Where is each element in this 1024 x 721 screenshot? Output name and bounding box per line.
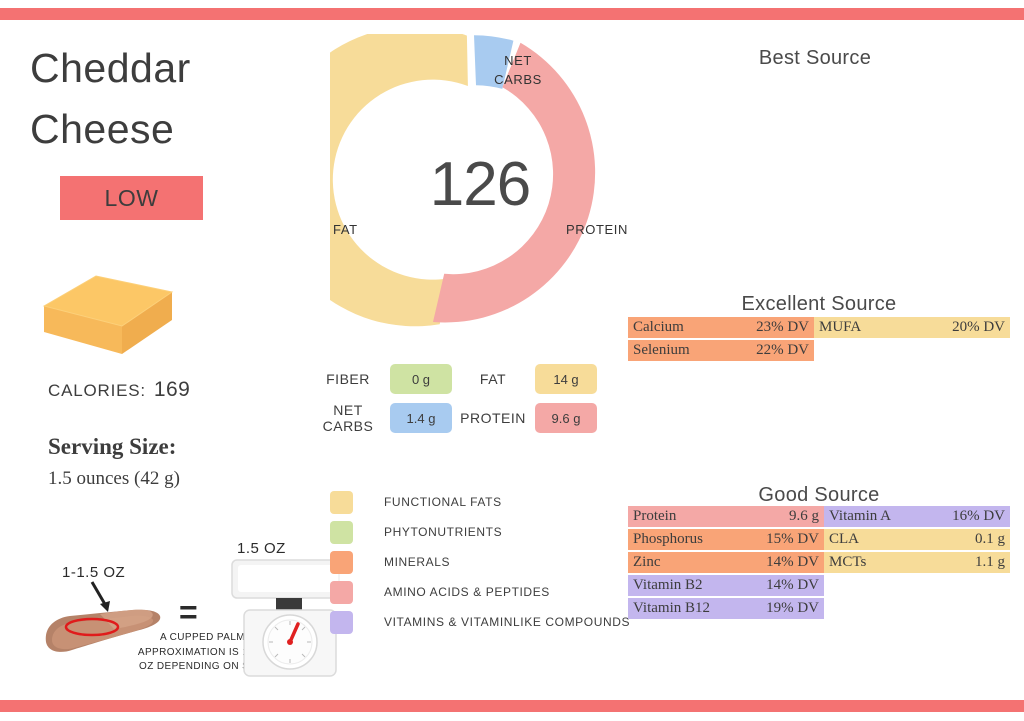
nutrient-value: 23% DV xyxy=(756,319,809,335)
legend-swatch-icon xyxy=(330,520,353,544)
legend-swatch-icon xyxy=(330,580,353,604)
macro-label: PROTEIN xyxy=(460,410,526,427)
nutrient-value: 20% DV xyxy=(952,319,1005,335)
nutrient-name: Vitamin B2 xyxy=(633,577,703,593)
macronutrient-donut-chart: 126 FAT NET CARBS PROTEIN xyxy=(264,26,630,334)
macro-summary: FIBER 0 g FAT 14 g NET CARBS 1.4 g PROTE… xyxy=(312,364,602,442)
good-source-left-column: Protein 9.6 g Phosphorus 15% DV Zinc 14%… xyxy=(628,506,824,621)
nutrient-value: 9.6 g xyxy=(789,508,819,524)
serving-size-value: 1.5 ounces (42 g) xyxy=(48,468,180,489)
nutrient-value: 19% DV xyxy=(766,600,819,616)
calories-line: CALORIES: 169 xyxy=(48,378,190,402)
excellent-source-right-column: MUFA 20% DV xyxy=(814,317,1010,340)
serving-size-label: Serving Size: xyxy=(48,434,177,459)
legend-label: PHYTONUTRIENTS xyxy=(384,525,503,539)
macro-value-pill: 1.4 g xyxy=(390,403,452,434)
nutrient-name: Vitamin B12 xyxy=(633,600,711,616)
nutrient-name: Phosphorus xyxy=(633,531,704,547)
excellent-source-left-column: Calcium 23% DV Selenium 22% DV xyxy=(628,317,814,363)
donut-label-protein: PROTEIN xyxy=(566,222,628,237)
macro-fiber: FIBER 0 g xyxy=(312,364,457,394)
nutrition-infographic: Cheddar Cheese LOW CALORIES: 169 Serving … xyxy=(0,0,1024,721)
calories-label: CALORIES: xyxy=(48,381,146,400)
best-source-heading: Best Source xyxy=(758,47,872,69)
nutrient-value: 14% DV xyxy=(766,577,819,593)
nutrient-value: 0.1 g xyxy=(975,531,1005,547)
macro-value-pill: 0 g xyxy=(390,364,452,394)
nutrient-row: Zinc 14% DV xyxy=(628,552,824,573)
donut-center-value: 126 xyxy=(429,149,531,219)
legend-item-functional-fats: FUNCTIONAL FATS xyxy=(330,487,630,517)
good-source-heading: Good Source xyxy=(758,484,880,506)
legend-label: VITAMINS & VITAMINLIKE COMPOUNDS xyxy=(384,615,631,629)
nutrient-value: 1.1 g xyxy=(975,554,1005,570)
macro-row: FIBER 0 g FAT 14 g xyxy=(312,364,602,394)
nutrient-value: 15% DV xyxy=(766,531,819,547)
nutrient-name: CLA xyxy=(829,531,859,547)
macro-fat: FAT 14 g xyxy=(457,364,602,394)
donut-label-fat: FAT xyxy=(333,222,358,237)
legend-label: MINERALS xyxy=(384,555,451,569)
nutrient-name: Selenium xyxy=(633,342,690,358)
nutrient-value: 14% DV xyxy=(766,554,819,570)
legend-label: FUNCTIONAL FATS xyxy=(384,495,502,509)
nutrient-name: Vitamin A xyxy=(829,508,892,524)
nutrient-row: Phosphorus 15% DV xyxy=(628,529,824,550)
nutrient-row: Vitamin B2 14% DV xyxy=(628,575,824,596)
nutrient-row: Vitamin B12 19% DV xyxy=(628,598,824,619)
legend-swatch-icon xyxy=(330,550,353,574)
food-name-line1: Cheddar xyxy=(30,45,191,91)
macro-value-pill: 14 g xyxy=(535,364,597,394)
nutrient-category-legend: FUNCTIONAL FATS PHYTONUTRIENTS MINERALS … xyxy=(330,487,630,637)
top-accent-rule xyxy=(0,8,1024,20)
macro-protein: PROTEIN 9.6 g xyxy=(457,403,602,434)
nutrient-value: 22% DV xyxy=(756,342,809,358)
nutrient-name: Protein xyxy=(633,508,677,524)
nutrient-row: Selenium 22% DV xyxy=(628,340,814,361)
nutrient-row: Vitamin A 16% DV xyxy=(824,506,1010,527)
legend-label: AMINO ACIDS & PEPTIDES xyxy=(384,585,550,599)
cupped-hand-illustration xyxy=(45,609,161,652)
nutrient-value: 16% DV xyxy=(952,508,1005,524)
legend-swatch-icon xyxy=(330,610,353,634)
calories-value: 169 xyxy=(153,378,191,401)
macro-value-pill: 9.6 g xyxy=(535,403,597,434)
cheese-block-illustration xyxy=(38,268,178,363)
page-title: Cheddar Cheese xyxy=(30,38,300,159)
portion-guide: 1-1.5 OZ 1.5 OZ = A CUPPED PALM APPROXIM… xyxy=(40,532,340,682)
nutrient-name: Calcium xyxy=(633,319,684,335)
nutrient-row: Protein 9.6 g xyxy=(628,506,824,527)
macro-net-carbs: NET CARBS 1.4 g xyxy=(312,402,457,434)
nutrient-name: MCTs xyxy=(829,554,867,570)
nutrient-name: Zinc xyxy=(633,554,661,570)
macro-label: NET CARBS xyxy=(322,402,374,435)
legend-item-vitamins: VITAMINS & VITAMINLIKE COMPOUNDS xyxy=(330,607,630,637)
bottom-accent-rule xyxy=(0,700,1024,712)
legend-item-phytonutrients: PHYTONUTRIENTS xyxy=(330,517,630,547)
macro-label: FIBER xyxy=(326,370,370,387)
legend-item-amino-acids: AMINO ACIDS & PEPTIDES xyxy=(330,577,630,607)
legend-swatch-icon xyxy=(330,490,353,514)
nutrient-row: MCTs 1.1 g xyxy=(824,552,1010,573)
arrow-icon xyxy=(90,581,110,612)
nutrient-name: MUFA xyxy=(819,319,862,335)
kitchen-scale-illustration xyxy=(231,559,340,677)
status-badge: LOW xyxy=(60,176,203,220)
nutrient-row: CLA 0.1 g xyxy=(824,529,1010,550)
legend-item-minerals: MINERALS xyxy=(330,547,630,577)
good-source-right-column: Vitamin A 16% DV CLA 0.1 g MCTs 1.1 g xyxy=(824,506,1010,575)
nutrient-row: Calcium 23% DV xyxy=(628,317,814,338)
macro-label: FAT xyxy=(479,370,507,387)
food-name-line2: Cheese xyxy=(30,105,175,152)
nutrient-row: MUFA 20% DV xyxy=(814,317,1010,338)
donut-label-net-carbs: NET CARBS xyxy=(494,53,542,87)
excellent-source-heading: Excellent Source xyxy=(741,293,897,315)
macro-row: NET CARBS 1.4 g PROTEIN 9.6 g xyxy=(312,402,602,434)
